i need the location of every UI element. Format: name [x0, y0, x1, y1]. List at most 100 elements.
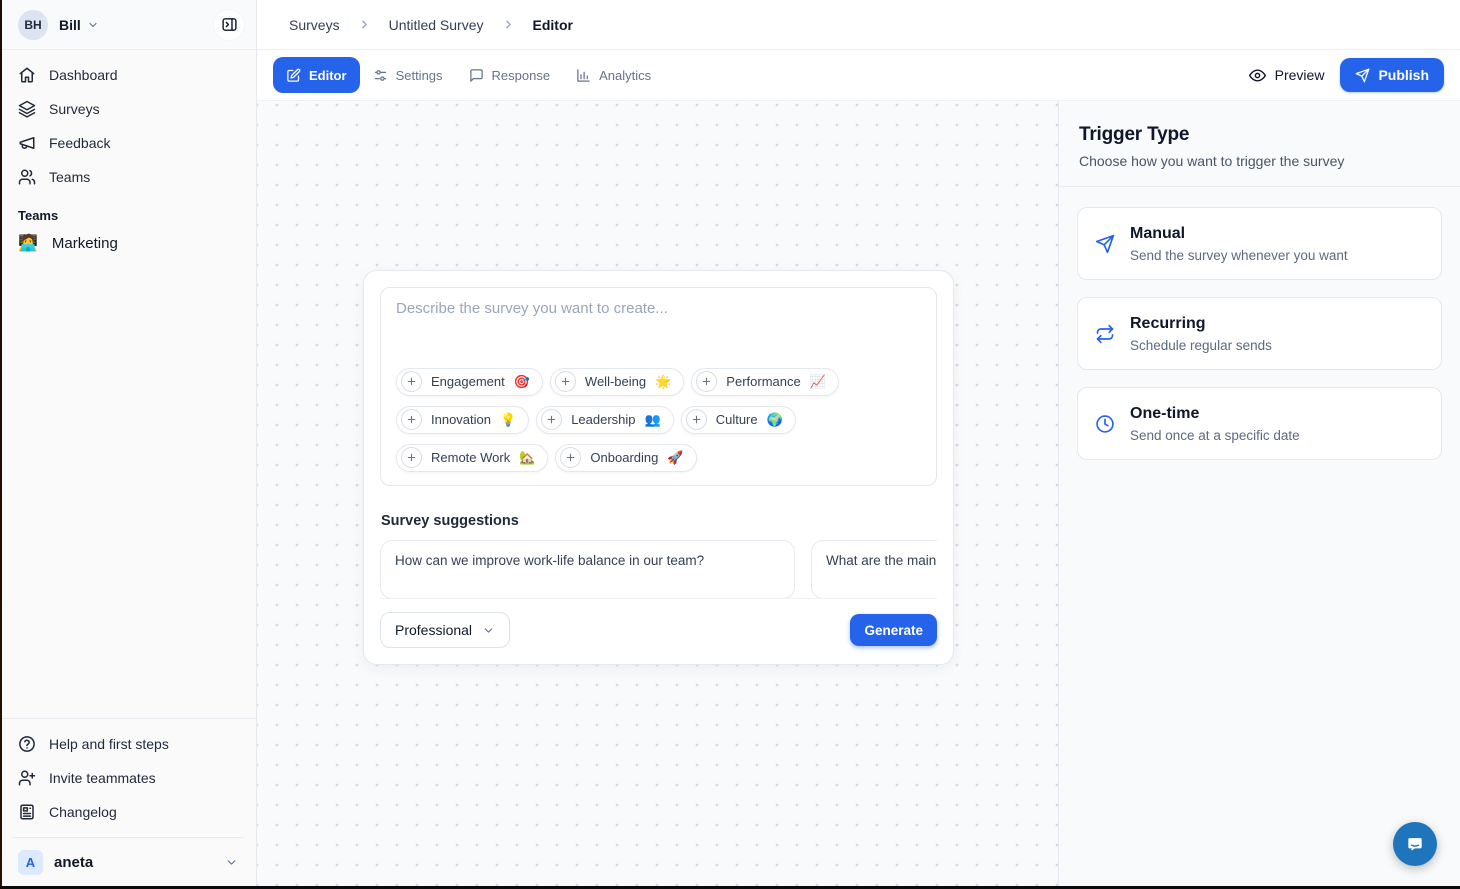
topic-chips: Engagement 🎯 Well-being 🌟 Performance	[396, 368, 921, 472]
home-icon	[18, 66, 36, 84]
suggestions-row: How can we improve work-life balance in …	[380, 540, 937, 598]
user-avatar: A	[18, 850, 43, 875]
sidebar-item-changelog[interactable]: Changelog	[6, 795, 250, 829]
tab-settings[interactable]: Settings	[360, 57, 456, 93]
sidebar-item-team-marketing[interactable]: 🧑‍💻 Marketing	[6, 227, 250, 260]
composer-footer: Professional Generate	[380, 598, 937, 648]
generate-button[interactable]: Generate	[850, 614, 937, 646]
editor-canvas[interactable]: Engagement 🎯 Well-being 🌟 Performance	[257, 101, 1058, 889]
main-area: Surveys Untitled Survey Editor Editor	[257, 0, 1460, 889]
chip-label: Leadership	[571, 412, 635, 427]
topic-chip-onboarding[interactable]: Onboarding 🚀	[555, 444, 696, 472]
suggestion-card[interactable]: What are the main ob	[811, 540, 937, 598]
breadcrumb-surveys[interactable]: Surveys	[289, 17, 340, 33]
chip-emoji: 🌍	[767, 413, 783, 426]
plus-icon	[401, 371, 422, 392]
chat-bubble-icon	[1404, 833, 1426, 855]
suggestion-card[interactable]: How can we improve work-life balance in …	[380, 540, 795, 598]
chip-label: Culture	[716, 412, 758, 427]
eye-icon	[1249, 67, 1266, 84]
chip-emoji: 📈	[810, 375, 826, 388]
window-edge-left	[0, 0, 2, 889]
chevron-down-icon[interactable]	[87, 19, 99, 31]
trigger-option-title: One-time	[1130, 405, 1300, 423]
sidebar-item-dashboard[interactable]: Dashboard	[6, 58, 250, 92]
trigger-option-text: One-time Send once at a specific date	[1130, 405, 1300, 443]
send-icon	[1355, 68, 1370, 83]
trigger-option-text: Recurring Schedule regular sends	[1130, 315, 1272, 353]
breadcrumb: Surveys Untitled Survey Editor	[257, 0, 1460, 50]
trigger-option-description: Send once at a specific date	[1130, 428, 1300, 443]
trigger-option-one-time[interactable]: One-time Send once at a specific date	[1077, 387, 1442, 460]
publish-label: Publish	[1378, 67, 1429, 83]
survey-description-input[interactable]	[396, 300, 921, 368]
plus-icon	[696, 371, 717, 392]
publish-button[interactable]: Publish	[1340, 58, 1444, 92]
tone-select[interactable]: Professional	[380, 612, 510, 648]
sidebar-item-label: Changelog	[49, 804, 117, 820]
user-menu[interactable]: A aneta	[12, 837, 244, 889]
sidebar-item-surveys[interactable]: Surveys	[6, 92, 250, 126]
sidebar-item-label: Surveys	[49, 101, 100, 117]
topic-chip-performance[interactable]: Performance 📈	[691, 368, 839, 396]
trigger-option-recurring[interactable]: Recurring Schedule regular sends	[1077, 297, 1442, 370]
layers-icon	[18, 100, 36, 118]
breadcrumb-untitled-survey[interactable]: Untitled Survey	[389, 17, 484, 33]
sidebar-item-teams[interactable]: Teams	[6, 160, 250, 194]
sidebar-item-feedback[interactable]: Feedback	[6, 126, 250, 160]
preview-button[interactable]: Preview	[1249, 67, 1325, 84]
user-name: aneta	[54, 854, 93, 871]
tab-analytics[interactable]: Analytics	[563, 57, 664, 93]
workspace-avatar: BH	[18, 10, 48, 40]
tab-editor[interactable]: Editor	[273, 57, 360, 93]
teams-section-label: Teams	[6, 194, 250, 227]
sidebar-item-label: Dashboard	[49, 67, 118, 83]
tab-label: Editor	[309, 68, 347, 83]
sidebar-item-invite[interactable]: Invite teammates	[6, 761, 250, 795]
message-square-icon	[469, 68, 484, 83]
changelog-icon	[18, 803, 36, 821]
team-label: Marketing	[52, 235, 118, 252]
user-plus-icon	[18, 769, 36, 787]
chip-label: Onboarding	[590, 450, 658, 465]
sidebar-collapse-button[interactable]	[214, 10, 244, 40]
sidebar-footer: Help and first steps Invite teammates Ch…	[0, 718, 256, 889]
chevron-right-icon	[358, 18, 371, 31]
plus-icon	[555, 371, 576, 392]
send-icon	[1095, 234, 1115, 254]
trigger-option-title: Manual	[1130, 225, 1348, 243]
sidebar-item-label: Help and first steps	[49, 736, 169, 752]
breadcrumb-editor: Editor	[533, 17, 573, 33]
sidebar-header: BH Bill	[0, 0, 256, 50]
repeat-icon	[1095, 324, 1115, 344]
chip-emoji: 👥	[645, 413, 661, 426]
tab-response[interactable]: Response	[456, 57, 564, 93]
topic-chip-innovation[interactable]: Innovation 💡	[396, 406, 529, 434]
topic-chip-remote-work[interactable]: Remote Work 🏡	[396, 444, 548, 472]
sidebar-item-label: Feedback	[49, 135, 110, 151]
app-window: BH Bill Dashboard Surv	[0, 0, 1460, 889]
plus-icon	[541, 409, 562, 430]
chat-launcher-button[interactable]	[1393, 822, 1437, 866]
topic-chip-leadership[interactable]: Leadership 👥	[536, 406, 674, 434]
content-area: Engagement 🎯 Well-being 🌟 Performance	[257, 101, 1460, 889]
workspace-name[interactable]: Bill	[59, 17, 81, 33]
plus-icon	[401, 447, 422, 468]
pencil-square-icon	[286, 68, 301, 83]
chip-label: Engagement	[431, 374, 505, 389]
trigger-option-text: Manual Send the survey whenever you want	[1130, 225, 1348, 263]
topic-chip-engagement[interactable]: Engagement 🎯	[396, 368, 543, 396]
panel-toggle-icon	[221, 16, 238, 33]
sidebar-item-help[interactable]: Help and first steps	[6, 727, 250, 761]
sliders-icon	[373, 68, 388, 83]
chevron-down-icon	[225, 856, 238, 869]
topic-chip-culture[interactable]: Culture 🌍	[681, 406, 796, 434]
trigger-option-description: Schedule regular sends	[1130, 338, 1272, 353]
topic-chip-wellbeing[interactable]: Well-being 🌟	[550, 368, 684, 396]
chip-label: Performance	[726, 374, 800, 389]
plus-icon	[401, 409, 422, 430]
trigger-option-manual[interactable]: Manual Send the survey whenever you want	[1077, 207, 1442, 280]
plus-icon	[686, 409, 707, 430]
chevron-right-icon	[502, 18, 515, 31]
chip-label: Well-being	[585, 374, 646, 389]
